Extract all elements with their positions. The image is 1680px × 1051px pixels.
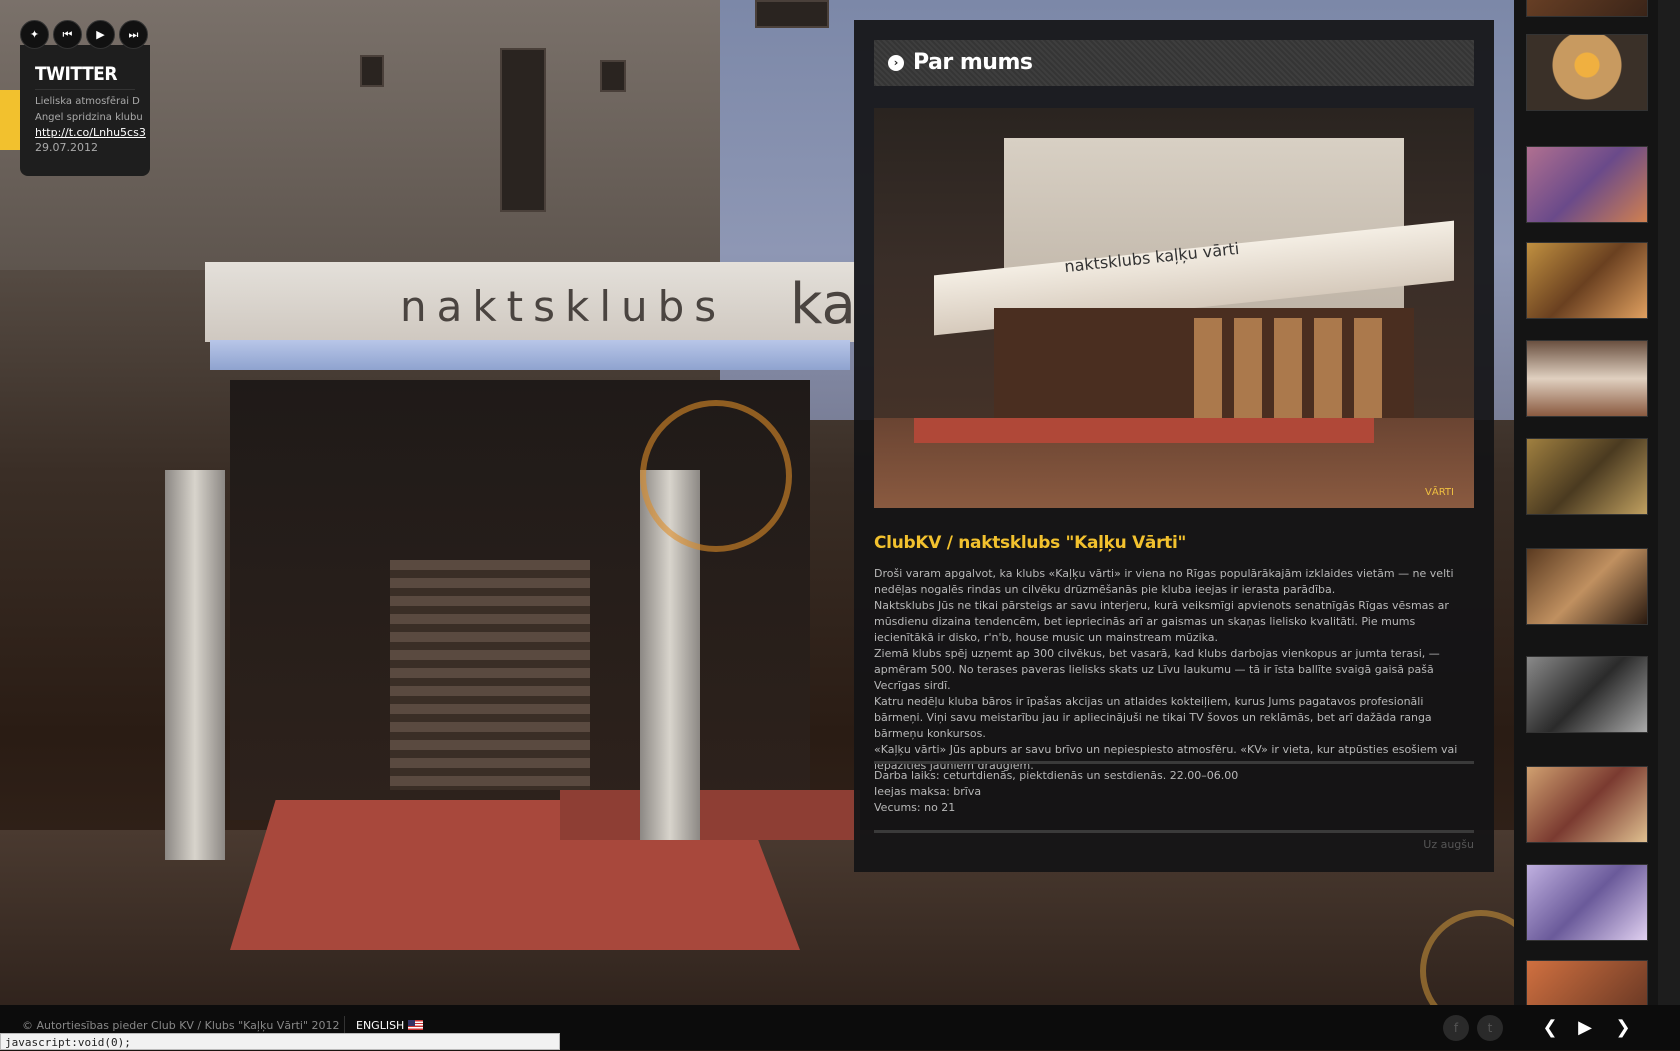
club-description: Droši varam apgalvot, ka klubs «Kaļķu vā… (874, 566, 1474, 774)
language-label[interactable]: ENGLISH (356, 1019, 404, 1032)
twitter-heading: TWITTER (35, 63, 117, 85)
opening-hours: Darba laiks: ceturtdienās, piektdienās u… (874, 769, 1239, 782)
divider (874, 830, 1474, 833)
media-controls: ✦ ⏮ ▶ ⏭ (20, 20, 148, 49)
us-flag-icon (408, 1020, 424, 1030)
tweet-text-line2: Angel spridzina klubu (35, 112, 143, 123)
twitter-bird-icon[interactable]: ✦ (20, 20, 49, 49)
previous-slide-button[interactable]: ❮ (1535, 1013, 1565, 1043)
thumbnail[interactable] (1526, 146, 1648, 223)
strip-edge (1658, 0, 1680, 1005)
club-title: ClubKV / naktsklubs "Kaļķu Vārti" (874, 533, 1187, 553)
entry-fee: Ieejas maksa: brīva (874, 785, 982, 798)
thumbnail[interactable] (1526, 242, 1648, 319)
language-switch[interactable]: ENGLISH (356, 1019, 424, 1032)
copyright-text: © Autortiesības pieder Club KV / Klubs "… (22, 1019, 340, 1032)
panel-header: › Par mums (874, 40, 1474, 86)
tweet-date: 29.07.2012 (35, 141, 98, 154)
club-logo: VĀRTI (1425, 487, 1454, 498)
thumbnail[interactable] (1526, 656, 1648, 733)
side-tab[interactable] (0, 90, 20, 150)
page-title: Par mums (913, 50, 1033, 75)
previous-track-button[interactable]: ⏮ (53, 20, 82, 49)
browser-status-bar: javascript:void(0); (0, 1033, 560, 1050)
chevron-right-icon: › (888, 55, 904, 71)
next-track-button[interactable]: ⏭ (119, 20, 148, 49)
twitter-widget: TWITTER Lieliska atmosfērai D Angel spri… (20, 45, 150, 176)
play-button[interactable]: ▶ (86, 20, 115, 49)
thumbnail[interactable] (1526, 864, 1648, 941)
thumbnail-strip (1514, 0, 1658, 1037)
thumbnail[interactable] (1526, 766, 1648, 843)
back-to-top-link[interactable]: Uz augšu (1423, 838, 1474, 851)
play-slideshow-button[interactable]: ▶ (1570, 1013, 1600, 1043)
club-info: Darba laiks: ceturtdienās, piektdienās u… (874, 768, 1238, 816)
next-slide-button[interactable]: ❯ (1608, 1013, 1638, 1043)
paragraph: Katru nedēļu kluba bāros ir īpašas akcij… (874, 695, 1432, 740)
paragraph: Droši varam apgalvot, ka klubs «Kaļķu vā… (874, 567, 1454, 596)
thumbnail[interactable] (1526, 438, 1648, 515)
thumbnail[interactable] (1526, 340, 1648, 417)
paragraph: Naktsklubs Jūs ne tikai pārsteigs ar sav… (874, 599, 1449, 644)
twitter-icon[interactable]: t (1477, 1015, 1503, 1041)
divider (874, 761, 1474, 764)
club-photo: naktsklubs kaļķu vārti VĀRTI (874, 108, 1474, 508)
paragraph: Ziemā klubs spēj uzņemt ap 300 cilvēkus,… (874, 647, 1440, 692)
age-limit: Vecums: no 21 (874, 801, 956, 814)
tweet-text-line1: Lieliska atmosfērai D (35, 96, 140, 107)
thumbnail[interactable] (1526, 0, 1648, 17)
about-panel: › Par mums naktsklubs kaļķu vārti VĀRTI … (854, 20, 1494, 872)
thumbnail[interactable] (1526, 34, 1648, 111)
facebook-icon[interactable]: f (1443, 1015, 1469, 1041)
tweet-link[interactable]: http://t.co/Lnhu5cs3 (35, 126, 150, 139)
thumbnail[interactable] (1526, 548, 1648, 625)
